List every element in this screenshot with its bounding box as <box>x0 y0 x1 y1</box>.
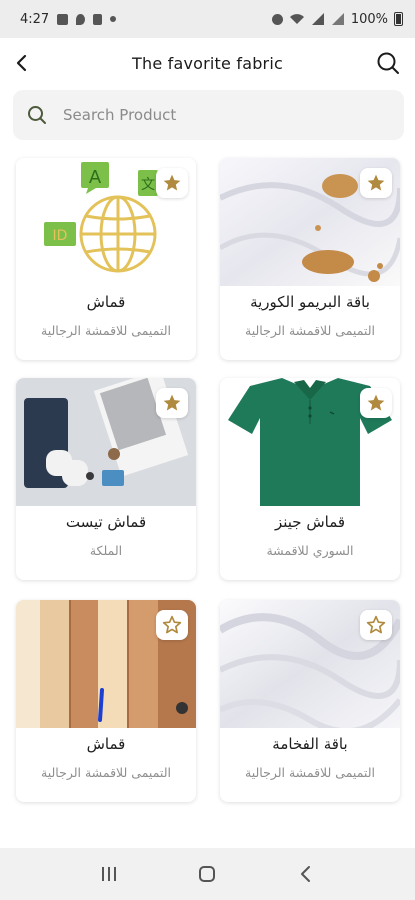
search-icon <box>377 52 399 74</box>
signal-2-icon <box>331 13 344 25</box>
favorite-button[interactable] <box>156 168 188 198</box>
battery-percent: 100% <box>350 11 388 27</box>
search-bar[interactable] <box>13 90 404 140</box>
header: The favorite fabric <box>0 38 415 88</box>
favorite-button[interactable] <box>360 168 392 198</box>
recent-apps-button[interactable] <box>89 854 129 894</box>
product-title: باقة البريمو الكورية <box>250 293 370 311</box>
gallery-icon <box>57 13 69 25</box>
search-input[interactable] <box>63 106 363 124</box>
product-subtitle: التميمى للاقمشة الرجالية <box>245 765 375 780</box>
product-subtitle: السوري للاقمشة <box>266 543 354 558</box>
location-icon <box>76 13 86 25</box>
product-subtitle: التميمى للاقمشة الرجالية <box>245 323 375 338</box>
star-filled-icon <box>367 394 385 411</box>
system-nav-bar <box>0 848 415 900</box>
star-outline-icon <box>366 615 386 634</box>
product-title: قماش جينز <box>274 513 346 531</box>
favorite-button[interactable] <box>156 610 188 640</box>
star-filled-icon <box>163 174 181 191</box>
status-bar: 4:27 100% <box>0 0 415 38</box>
product-card[interactable]: قماش تيست الملكة <box>16 378 196 580</box>
product-card[interactable]: قماش التميمى للاقمشة الرجالية <box>16 600 196 802</box>
notification-icon <box>93 13 103 25</box>
svg-text:ID: ID <box>53 228 68 244</box>
favorite-button[interactable] <box>360 388 392 418</box>
star-filled-icon <box>163 394 181 411</box>
home-icon <box>199 866 216 882</box>
product-subtitle: الملكة <box>89 543 123 558</box>
header-search-button[interactable] <box>375 50 401 76</box>
back-icon <box>300 866 310 882</box>
status-left: 4:27 <box>20 11 117 27</box>
product-card[interactable]: قماش جينز السوري للاقمشة <box>220 378 400 580</box>
recent-apps-icon <box>102 867 117 881</box>
wifi-icon <box>289 14 304 24</box>
home-button[interactable] <box>187 854 227 894</box>
product-title: باقة الفخامة <box>272 735 348 753</box>
status-time: 4:27 <box>20 11 50 27</box>
favorite-button[interactable] <box>360 610 392 640</box>
product-title: قماش <box>86 293 126 311</box>
product-card[interactable]: باقة الفخامة التميمى للاقمشة الرجالية <box>220 600 400 802</box>
product-subtitle: التميمى للاقمشة الرجالية <box>41 765 171 780</box>
star-filled-icon <box>367 174 385 191</box>
back-button[interactable] <box>10 51 34 75</box>
star-outline-icon <box>162 615 182 634</box>
svg-text:A: A <box>89 167 102 188</box>
status-right: 100% <box>271 11 403 27</box>
chevron-left-icon <box>16 54 27 72</box>
product-title: قماش تيست <box>65 513 147 531</box>
alarm-icon <box>271 13 283 25</box>
product-card[interactable]: A 文 ID قماش التميمى للاقمشة الرجالية <box>16 158 196 360</box>
signal-icon <box>311 13 324 25</box>
search-icon <box>28 106 46 124</box>
product-subtitle: التميمى للاقمشة الرجالية <box>41 323 171 338</box>
svg-text:文: 文 <box>141 177 155 193</box>
product-title: قماش <box>86 735 126 753</box>
product-card[interactable]: باقة البريمو الكورية التميمى للاقمشة الر… <box>220 158 400 360</box>
system-back-button[interactable] <box>286 854 326 894</box>
battery-icon <box>394 12 403 26</box>
dot-icon <box>110 16 117 22</box>
favorite-button[interactable] <box>156 388 188 418</box>
page-title: The favorite fabric <box>132 53 283 73</box>
